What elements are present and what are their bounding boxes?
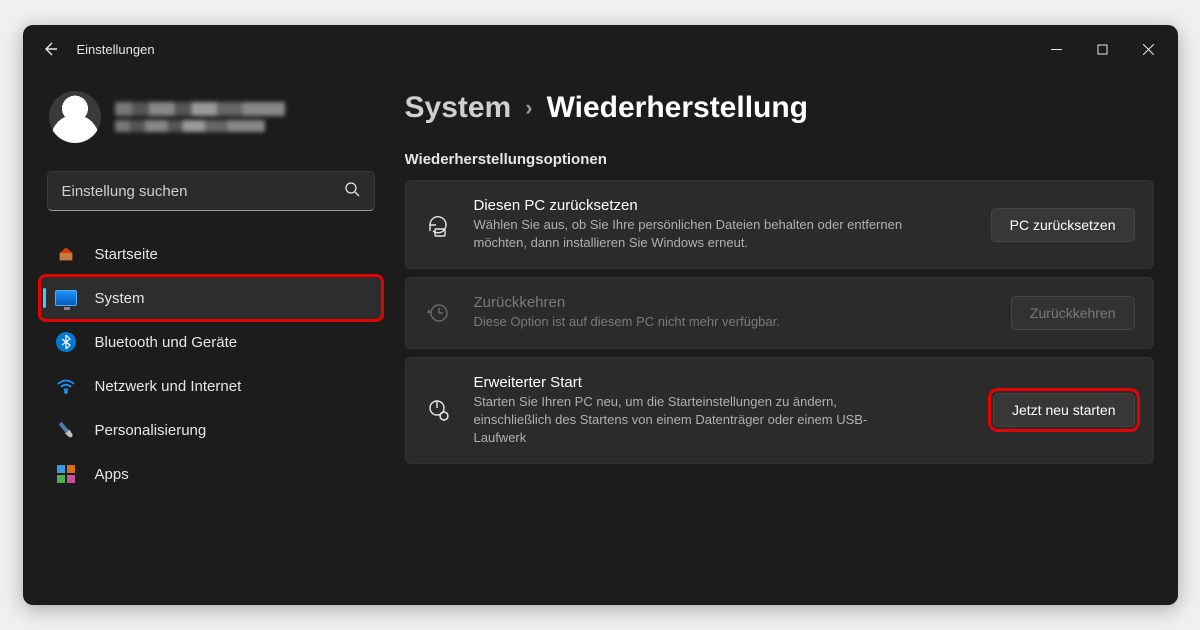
sidebar-item-label: Netzwerk und Internet bbox=[95, 378, 242, 395]
wifi-icon bbox=[55, 375, 77, 397]
card-title: Zurückkehren bbox=[474, 294, 989, 311]
sidebar-item-system[interactable]: System bbox=[41, 277, 381, 319]
card-go-back: Zurückkehren Diese Option ist auf diesem… bbox=[405, 277, 1154, 348]
sidebar: Einstellung suchen Startseite System bbox=[41, 73, 381, 605]
profile-name-redacted bbox=[115, 102, 285, 116]
apps-icon bbox=[55, 463, 77, 485]
profile-text bbox=[115, 102, 285, 132]
card-reset-pc: Diesen PC zurücksetzen Wählen Sie aus, o… bbox=[405, 180, 1154, 269]
breadcrumb: System › Wiederherstellung bbox=[405, 91, 1154, 125]
card-description: Diese Option ist auf diesem PC nicht meh… bbox=[474, 313, 914, 331]
power-gear-icon bbox=[424, 398, 452, 422]
reset-icon bbox=[424, 213, 452, 237]
search-icon bbox=[344, 181, 360, 202]
maximize-button[interactable] bbox=[1080, 30, 1126, 68]
sidebar-item-label: Personalisierung bbox=[95, 422, 207, 439]
profile-email-redacted bbox=[115, 120, 265, 132]
sidebar-item-label: System bbox=[95, 290, 145, 307]
card-description: Wählen Sie aus, ob Sie Ihre persönlichen… bbox=[474, 216, 914, 252]
home-icon bbox=[55, 243, 77, 265]
sidebar-item-apps[interactable]: Apps bbox=[41, 453, 381, 495]
back-arrow-icon[interactable] bbox=[41, 40, 59, 58]
minimize-button[interactable] bbox=[1034, 30, 1080, 68]
card-advanced-startup: Erweiterter Start Starten Sie Ihren PC n… bbox=[405, 357, 1154, 465]
monitor-icon bbox=[55, 287, 77, 309]
search-placeholder: Einstellung suchen bbox=[62, 183, 188, 200]
breadcrumb-current: Wiederherstellung bbox=[547, 91, 808, 125]
avatar bbox=[49, 91, 101, 143]
content-area: System › Wiederherstellung Wiederherstel… bbox=[405, 73, 1160, 605]
card-text: Zurückkehren Diese Option ist auf diesem… bbox=[474, 294, 989, 331]
card-description: Starten Sie Ihren PC neu, um die Startei… bbox=[474, 393, 914, 448]
app-title: Einstellungen bbox=[77, 42, 155, 57]
titlebar: Einstellungen bbox=[23, 25, 1178, 73]
breadcrumb-parent[interactable]: System bbox=[405, 91, 512, 125]
settings-window: Einstellungen Einstellung suchen bbox=[23, 25, 1178, 605]
section-title: Wiederherstellungsoptionen bbox=[405, 151, 1154, 168]
sidebar-item-label: Startseite bbox=[95, 246, 158, 263]
restart-now-button[interactable]: Jetzt neu starten bbox=[993, 393, 1135, 427]
close-button[interactable] bbox=[1126, 30, 1172, 68]
card-title: Erweiterter Start bbox=[474, 374, 971, 391]
titlebar-left: Einstellungen bbox=[41, 40, 155, 58]
sidebar-item-label: Apps bbox=[95, 466, 129, 483]
sidebar-item-personalization[interactable]: Personalisierung bbox=[41, 409, 381, 451]
bluetooth-icon bbox=[55, 331, 77, 353]
card-title: Diesen PC zurücksetzen bbox=[474, 197, 969, 214]
chevron-right-icon: › bbox=[525, 95, 532, 121]
sidebar-item-label: Bluetooth und Geräte bbox=[95, 334, 238, 351]
go-back-button: Zurückkehren bbox=[1011, 296, 1135, 330]
card-text: Erweiterter Start Starten Sie Ihren PC n… bbox=[474, 374, 971, 448]
search-input[interactable]: Einstellung suchen bbox=[47, 171, 375, 211]
profile-block[interactable] bbox=[41, 85, 381, 163]
body: Einstellung suchen Startseite System bbox=[23, 73, 1178, 605]
window-controls bbox=[1034, 30, 1172, 68]
sidebar-item-network[interactable]: Netzwerk und Internet bbox=[41, 365, 381, 407]
sidebar-item-bluetooth[interactable]: Bluetooth und Geräte bbox=[41, 321, 381, 363]
card-text: Diesen PC zurücksetzen Wählen Sie aus, o… bbox=[474, 197, 969, 252]
reset-pc-button[interactable]: PC zurücksetzen bbox=[991, 208, 1135, 242]
history-icon bbox=[424, 301, 452, 325]
nav-list: Startseite System Bluetooth und Geräte bbox=[41, 233, 381, 495]
brush-icon bbox=[55, 419, 77, 441]
sidebar-item-home[interactable]: Startseite bbox=[41, 233, 381, 275]
